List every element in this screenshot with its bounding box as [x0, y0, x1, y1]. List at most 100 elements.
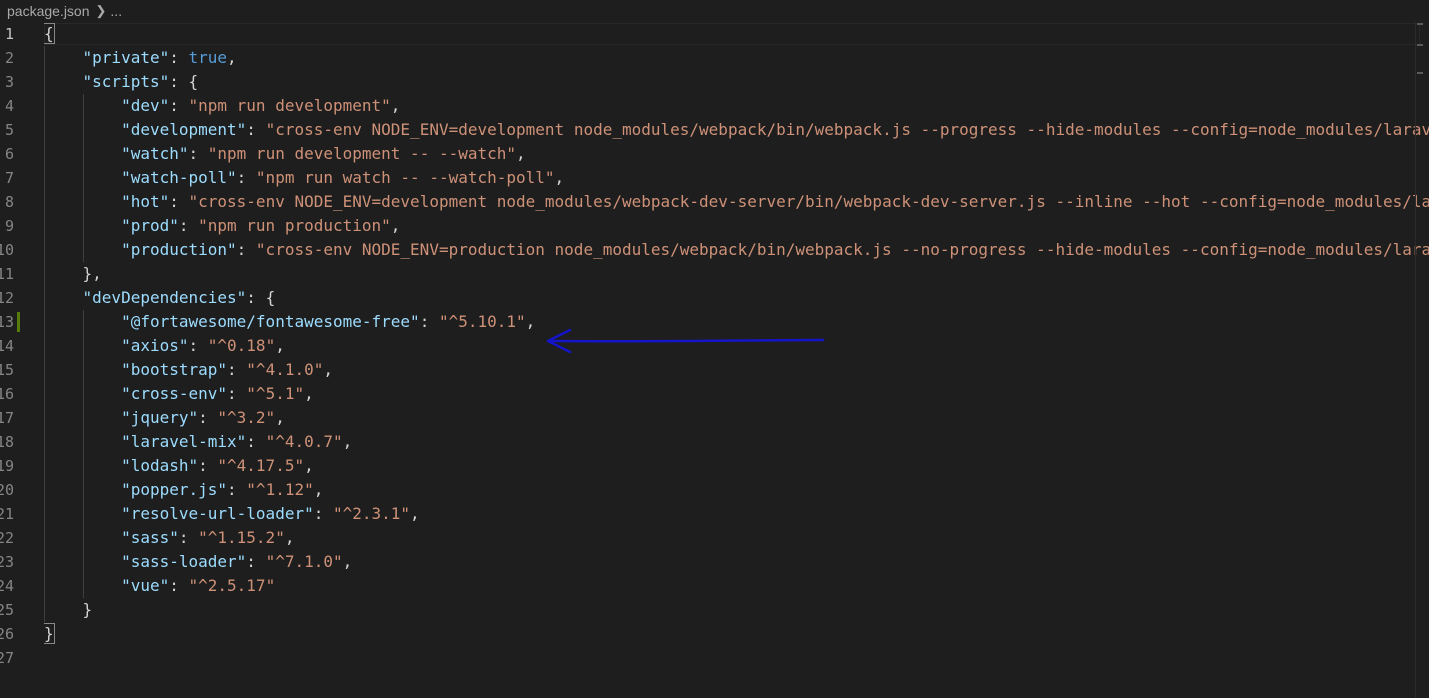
- json-punctuation: [44, 72, 83, 91]
- json-punctuation: ,: [516, 144, 526, 163]
- code-line[interactable]: "lodash": "^4.17.5",: [44, 454, 314, 478]
- json-punctuation: ,: [275, 408, 285, 427]
- json-punctuation: [44, 48, 83, 67]
- json-punctuation: :: [227, 360, 247, 379]
- json-punctuation: ,: [525, 312, 536, 331]
- code-line[interactable]: "laravel-mix": "^4.0.7",: [44, 430, 352, 454]
- code-line[interactable]: "cross-env": "^5.1",: [44, 382, 314, 406]
- line-number: 10: [0, 241, 14, 259]
- json-key: "prod": [121, 216, 179, 235]
- line-number: 21: [0, 505, 14, 523]
- json-punctuation: ,: [323, 360, 333, 379]
- code-line[interactable]: "popper.js": "^1.12",: [44, 478, 323, 502]
- json-string-value: "^1.12": [246, 480, 314, 499]
- json-punctuation: :: [236, 240, 256, 259]
- breadcrumb-file[interactable]: package.json: [7, 3, 90, 19]
- json-punctuation: [44, 96, 121, 115]
- code-line[interactable]: "jquery": "^3.2",: [44, 406, 285, 430]
- line-number: 25: [0, 601, 14, 619]
- code-line[interactable]: "@fortawesome/fontawesome-free": "^5.10.…: [44, 310, 535, 334]
- line-number: 1: [4, 25, 14, 43]
- json-punctuation: [44, 144, 121, 163]
- json-string-value: "npm run development": [188, 96, 391, 115]
- breadcrumb-more[interactable]: ...: [110, 3, 122, 19]
- code-line[interactable]: "watch": "npm run development -- --watch…: [44, 142, 526, 166]
- json-key: "dev": [121, 96, 170, 115]
- line-number: 8: [4, 193, 14, 211]
- json-string-value: "^1.15.2": [198, 528, 285, 547]
- json-punctuation: :: [227, 384, 247, 403]
- json-punctuation: [44, 552, 121, 571]
- json-punctuation: :: [227, 480, 247, 499]
- vertical-scrollbar[interactable]: [1415, 22, 1429, 698]
- line-number: 27: [0, 649, 14, 667]
- code-line[interactable]: "scripts": {: [44, 70, 199, 94]
- json-key: "vue": [121, 576, 170, 595]
- json-key: "@fortawesome/fontawesome-free": [121, 312, 420, 331]
- json-punctuation: :: [188, 336, 208, 355]
- json-punctuation: [44, 360, 121, 379]
- code-line[interactable]: "sass": "^1.15.2",: [44, 526, 294, 550]
- line-number: 26: [0, 625, 14, 643]
- git-modified-marker: [17, 312, 20, 332]
- code-line[interactable]: "prod": "npm run production",: [44, 214, 400, 238]
- json-punctuation: [44, 312, 121, 331]
- code-line[interactable]: "production": "cross-env NODE_ENV=produc…: [44, 238, 1429, 262]
- json-punctuation: :: [246, 552, 266, 571]
- json-string-value: "^4.0.7": [265, 432, 343, 451]
- code-line[interactable]: "devDependencies": {: [44, 286, 276, 310]
- code-line[interactable]: "watch-poll": "npm run watch -- --watch-…: [44, 166, 564, 190]
- line-number: 14: [0, 337, 14, 355]
- json-punctuation: }: [44, 623, 55, 644]
- json-punctuation: ,: [342, 552, 353, 571]
- json-key: "private": [82, 48, 170, 67]
- json-punctuation: :: [169, 576, 189, 595]
- json-punctuation: : {: [169, 72, 199, 91]
- json-punctuation: :: [178, 216, 199, 235]
- code-editor[interactable]: 1 2 3 4 5 6 7 8 9 10 11 12 13 14 15 16 17 18 19 20 21 22 23 24 2…: [0, 22, 1429, 698]
- json-punctuation: ,: [410, 504, 420, 523]
- json-key: "cross-env": [121, 384, 228, 403]
- code-line[interactable]: "resolve-url-loader": "^2.3.1",: [44, 502, 420, 526]
- json-punctuation: ,: [390, 96, 401, 115]
- json-string-value: "npm run production": [198, 216, 391, 235]
- json-punctuation: :: [313, 504, 333, 523]
- json-punctuation: ,: [284, 528, 295, 547]
- breadcrumb: package.json ❯ ...: [0, 0, 1429, 22]
- json-string-value: "^2.3.1": [332, 504, 411, 523]
- line-number: 5: [4, 121, 14, 139]
- overview-ruler-mark: [1417, 23, 1423, 25]
- json-punctuation: [44, 456, 121, 475]
- code-line[interactable]: "bootstrap": "^4.1.0",: [44, 358, 333, 382]
- json-punctuation: [44, 504, 121, 523]
- code-line[interactable]: "axios": "^0.18",: [44, 334, 285, 358]
- json-key: "laravel-mix": [121, 432, 247, 451]
- code-line[interactable]: "development": "cross-env NODE_ENV=devel…: [44, 118, 1429, 142]
- json-key: "axios": [121, 336, 189, 355]
- json-key: "lodash": [121, 456, 199, 475]
- json-punctuation: [44, 576, 121, 595]
- json-punctuation: [44, 192, 121, 211]
- json-punctuation: [44, 336, 121, 355]
- json-key: "scripts": [82, 72, 170, 91]
- json-punctuation: [44, 384, 121, 403]
- json-punctuation: [44, 168, 121, 187]
- code-line[interactable]: {: [44, 22, 55, 46]
- json-punctuation: :: [178, 528, 199, 547]
- json-punctuation: [44, 120, 121, 139]
- code-line[interactable]: "private": true,: [44, 46, 237, 70]
- json-punctuation: :: [198, 456, 218, 475]
- code-line[interactable]: },: [44, 262, 102, 286]
- code-line[interactable]: "vue": "^2.5.17": [44, 574, 275, 598]
- json-key: "watch": [121, 144, 189, 163]
- code-line[interactable]: "dev": "npm run development",: [44, 94, 400, 118]
- line-number: 18: [0, 433, 14, 451]
- code-line[interactable]: "hot": "cross-env NODE_ENV=development n…: [44, 190, 1429, 214]
- json-key: "production": [121, 240, 237, 259]
- json-punctuation: {: [44, 23, 55, 44]
- code-line[interactable]: }: [44, 622, 55, 646]
- code-line[interactable]: }: [44, 598, 93, 622]
- json-string-value: "^4.1.0": [246, 360, 324, 379]
- json-key: "sass-loader": [121, 552, 247, 571]
- code-line[interactable]: "sass-loader": "^7.1.0",: [44, 550, 352, 574]
